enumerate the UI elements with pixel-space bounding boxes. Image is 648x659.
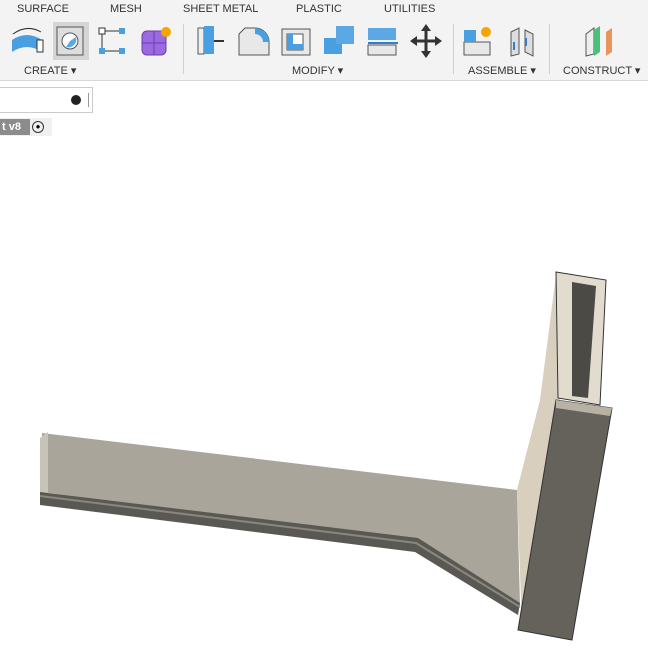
move-icon[interactable] [408,22,444,60]
modify-menu[interactable]: MODIFY ▾ [292,64,343,77]
new-component-icon[interactable] [462,22,498,60]
tab-surface[interactable]: SURFACE [17,3,69,15]
hole-icon[interactable] [53,22,89,60]
revolve-icon[interactable] [9,22,45,60]
form-icon[interactable] [138,22,174,60]
offset-plane-icon[interactable] [582,22,618,60]
shell-icon[interactable] [280,22,316,60]
arm-face [42,433,520,605]
model-viewport[interactable] [0,81,648,659]
tab-sheet-metal[interactable]: SHEET METAL [183,3,258,15]
tab-mesh[interactable]: MESH [110,3,142,15]
sketch-points-icon[interactable] [95,22,131,60]
tab-plastic[interactable]: PLASTIC [296,3,342,15]
fillet-icon[interactable] [237,22,273,60]
create-menu[interactable]: CREATE ▾ [24,64,76,77]
arm-end [40,432,48,496]
tab-utilities[interactable]: UTILITIES [384,3,435,15]
joint-icon[interactable] [505,22,541,60]
toolbar: SURFACE MESH SHEET METAL PLASTIC UTILITI… [0,0,648,81]
split-face-icon[interactable] [365,22,401,60]
press-pull-icon[interactable] [194,22,230,60]
construct-menu[interactable]: CONSTRUCT ▾ [563,64,640,77]
assemble-menu[interactable]: ASSEMBLE ▾ [468,64,536,77]
combine-icon[interactable] [322,22,358,60]
